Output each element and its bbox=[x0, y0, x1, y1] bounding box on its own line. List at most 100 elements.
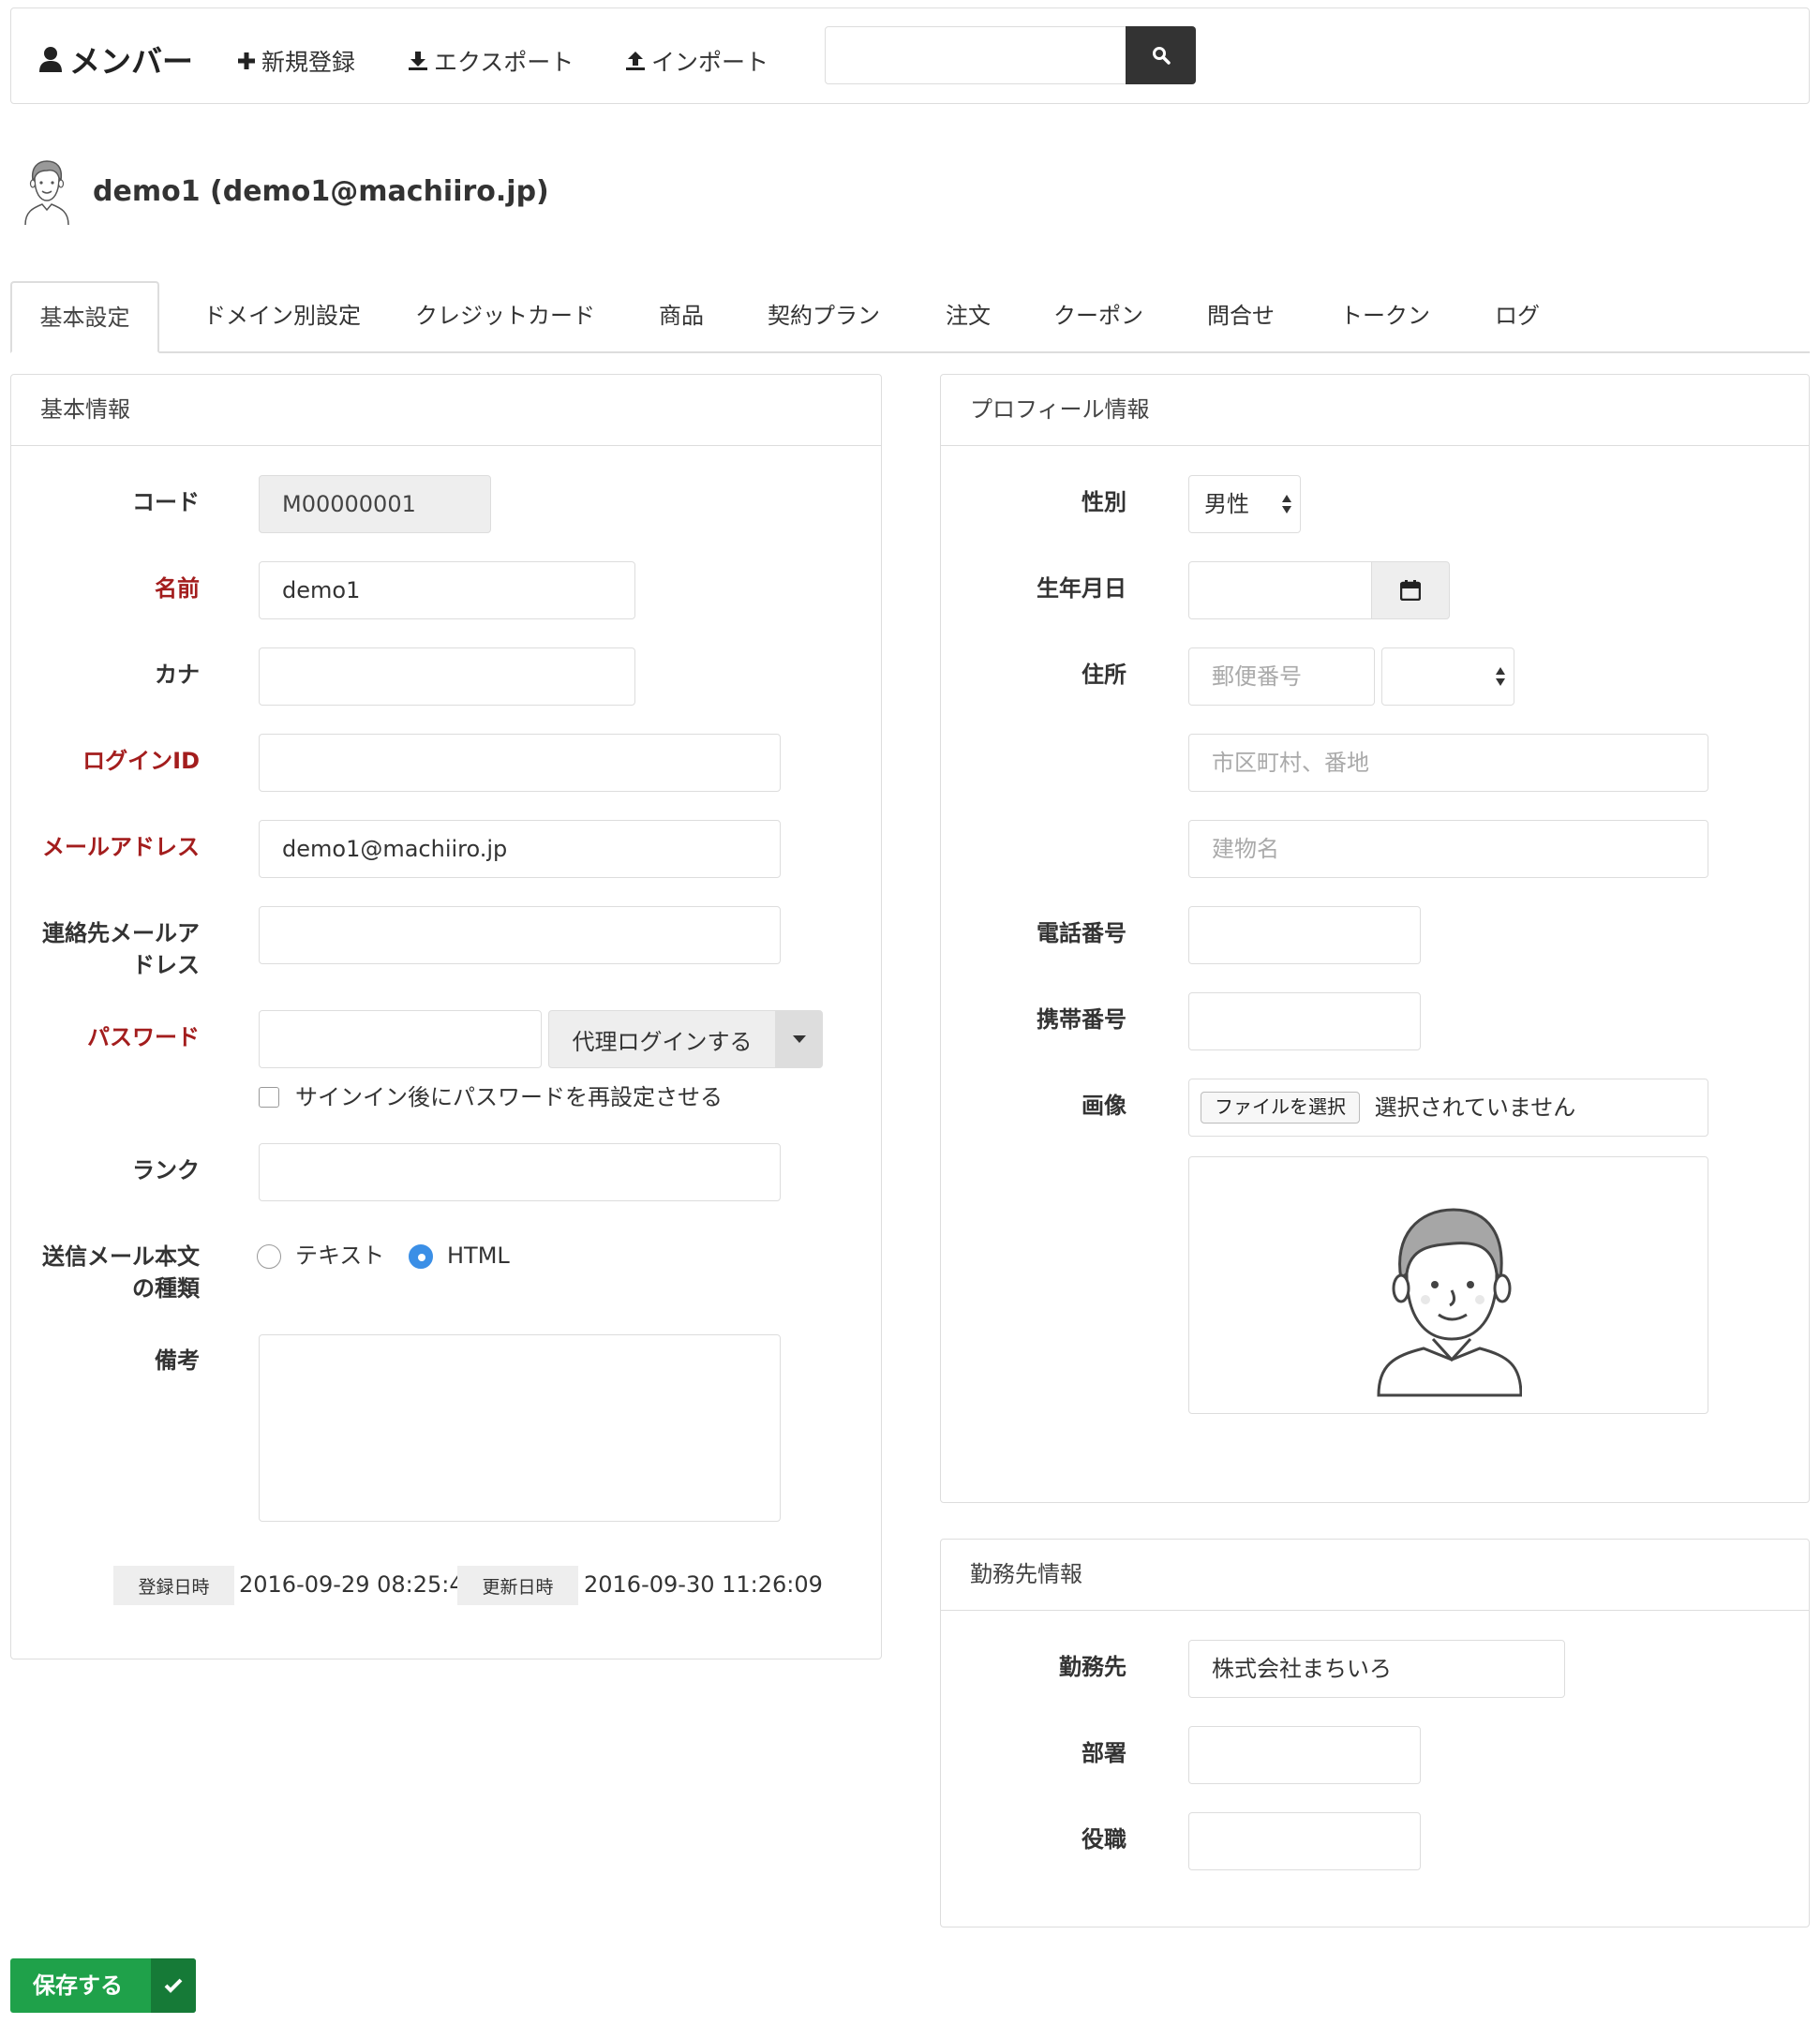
company-label: 勤務先 bbox=[1059, 1654, 1126, 1680]
tab-tokens[interactable]: トークン bbox=[1312, 281, 1458, 353]
import-button-label: インポート bbox=[651, 49, 769, 76]
proxy-login-button[interactable]: 代理ログインする bbox=[548, 1010, 776, 1068]
department-input[interactable] bbox=[1188, 1726, 1421, 1784]
name-input[interactable]: demo1 bbox=[259, 561, 635, 619]
name-label: 名前 bbox=[155, 575, 200, 602]
building-placeholder: 建物名 bbox=[1212, 836, 1279, 862]
email-label: メールアドレス bbox=[42, 834, 200, 860]
tab-logs[interactable]: ログ bbox=[1467, 281, 1568, 353]
profile-header: プロフィール情報 bbox=[941, 375, 1809, 446]
save-button-label: 保存する bbox=[33, 1972, 123, 1999]
basic-info-panel: 基本情報 コード M00000001 名前 demo1 カナ ログインID メー… bbox=[10, 374, 882, 1659]
plus-icon bbox=[238, 52, 255, 69]
kana-input[interactable] bbox=[259, 647, 635, 706]
note-textarea[interactable] bbox=[259, 1334, 781, 1522]
kana-label: カナ bbox=[155, 662, 200, 688]
file-select-button[interactable]: ファイルを選択 bbox=[1201, 1092, 1360, 1124]
mail-type-label-line2: の種類 bbox=[132, 1275, 200, 1302]
save-button[interactable]: 保存する bbox=[10, 1958, 196, 2013]
created-at-value: 2016-09-29 08:25:42 bbox=[239, 1571, 478, 1598]
email-input[interactable]: demo1@machiiro.jp bbox=[259, 820, 781, 878]
city-input[interactable]: 市区町村、番地 bbox=[1188, 734, 1708, 792]
department-label: 部署 bbox=[1082, 1740, 1126, 1766]
login-id-input[interactable] bbox=[259, 734, 781, 792]
gender-select[interactable]: 男性 bbox=[1188, 475, 1301, 533]
zip-input[interactable]: 郵便番号 bbox=[1188, 647, 1375, 706]
building-input[interactable]: 建物名 bbox=[1188, 820, 1708, 878]
reset-password-label: サインイン後にパスワードを再設定させる bbox=[295, 1084, 723, 1110]
new-button-label: 新規登録 bbox=[261, 49, 356, 76]
address-label: 住所 bbox=[1082, 662, 1126, 688]
created-at-label: 登録日時 bbox=[113, 1566, 234, 1605]
rank-label: ランク bbox=[132, 1157, 200, 1183]
export-button-label: エクスポート bbox=[434, 49, 574, 76]
calendar-button[interactable] bbox=[1371, 561, 1450, 619]
tab-basic-settings[interactable]: 基本設定 bbox=[10, 281, 159, 353]
reset-password-checkbox[interactable] bbox=[259, 1087, 279, 1108]
work-info-panel: 勤務先情報 勤務先 株式会社まちいろ 部署 役職 bbox=[940, 1539, 1810, 1927]
contact-email-label-line1: 連絡先メールア bbox=[42, 920, 200, 946]
export-button[interactable]: エクスポート bbox=[408, 44, 574, 78]
mobile-label: 携帯番号 bbox=[1037, 1006, 1126, 1033]
birthday-label: 生年月日 bbox=[1037, 575, 1126, 602]
tab-products[interactable]: 商品 bbox=[631, 281, 732, 353]
proxy-login-dropdown[interactable] bbox=[775, 1010, 823, 1068]
check-icon bbox=[151, 1958, 196, 2013]
download-icon bbox=[409, 52, 427, 70]
search-icon bbox=[1152, 47, 1171, 65]
calendar-icon bbox=[1400, 580, 1421, 601]
caret-down-icon bbox=[792, 1034, 806, 1043]
basic-info-header: 基本情報 bbox=[11, 375, 881, 446]
mail-type-html-label: HTML bbox=[447, 1243, 510, 1269]
phone-label: 電話番号 bbox=[1037, 920, 1126, 946]
member-name: demo1 (demo1@machiiro.jp) bbox=[93, 174, 549, 208]
page-title-text: メンバー bbox=[69, 43, 193, 80]
password-input[interactable] bbox=[259, 1010, 542, 1068]
new-button[interactable]: 新規登録 bbox=[237, 44, 355, 78]
file-status: 選択されていません bbox=[1374, 1094, 1576, 1121]
tab-coupons[interactable]: クーポン bbox=[1025, 281, 1171, 353]
upload-icon bbox=[626, 52, 645, 70]
tab-domain-settings[interactable]: ドメイン別設定 bbox=[175, 281, 389, 353]
select-arrows-icon bbox=[1282, 495, 1291, 513]
phone-input[interactable] bbox=[1188, 906, 1421, 964]
tab-contract-plan[interactable]: 契約プラン bbox=[739, 281, 908, 353]
image-preview bbox=[1188, 1156, 1708, 1414]
city-placeholder: 市区町村、番地 bbox=[1212, 750, 1369, 776]
image-label: 画像 bbox=[1082, 1093, 1126, 1119]
mail-type-label: 送信メール本文 の種類 bbox=[42, 1241, 200, 1304]
tab-bar: 基本設定 ドメイン別設定 クレジットカード 商品 契約プラン 注文 クーポン 問… bbox=[10, 281, 1810, 353]
mail-type-text-label: テキスト bbox=[295, 1243, 385, 1269]
mail-type-html-radio[interactable] bbox=[409, 1244, 433, 1269]
search-box bbox=[825, 26, 1196, 84]
position-label: 役職 bbox=[1082, 1826, 1126, 1853]
mail-type-text-radio[interactable] bbox=[257, 1244, 281, 1269]
code-field: M00000001 bbox=[259, 475, 491, 533]
tab-credit-card[interactable]: クレジットカード bbox=[387, 281, 623, 353]
rank-input[interactable] bbox=[259, 1143, 781, 1201]
tab-orders[interactable]: 注文 bbox=[917, 281, 1019, 353]
search-button[interactable] bbox=[1126, 26, 1196, 84]
select-arrows-icon bbox=[1496, 667, 1505, 686]
updated-at-label: 更新日時 bbox=[457, 1566, 578, 1605]
mobile-input[interactable] bbox=[1188, 992, 1421, 1050]
avatar bbox=[24, 160, 69, 225]
import-button[interactable]: インポート bbox=[625, 44, 768, 78]
user-icon bbox=[39, 47, 62, 72]
contact-email-label-line2: ドレス bbox=[132, 952, 200, 978]
avatar-placeholder-image bbox=[1377, 1208, 1522, 1397]
login-id-label: ログインID bbox=[82, 748, 200, 774]
position-input[interactable] bbox=[1188, 1812, 1421, 1870]
gender-value: 男性 bbox=[1204, 491, 1249, 517]
note-label: 備考 bbox=[155, 1347, 200, 1374]
image-file-field: ファイルを選択 選択されていません bbox=[1188, 1079, 1708, 1137]
prefecture-select[interactable] bbox=[1381, 647, 1514, 706]
code-label: コード bbox=[132, 489, 200, 515]
search-input[interactable] bbox=[825, 26, 1126, 84]
contact-email-input[interactable] bbox=[259, 906, 781, 964]
zip-placeholder: 郵便番号 bbox=[1212, 663, 1302, 690]
tab-inquiries[interactable]: 問合せ bbox=[1179, 281, 1303, 353]
member-header: demo1 (demo1@machiiro.jp) bbox=[23, 157, 549, 225]
birthday-input[interactable] bbox=[1188, 561, 1372, 619]
company-input[interactable]: 株式会社まちいろ bbox=[1188, 1640, 1565, 1698]
